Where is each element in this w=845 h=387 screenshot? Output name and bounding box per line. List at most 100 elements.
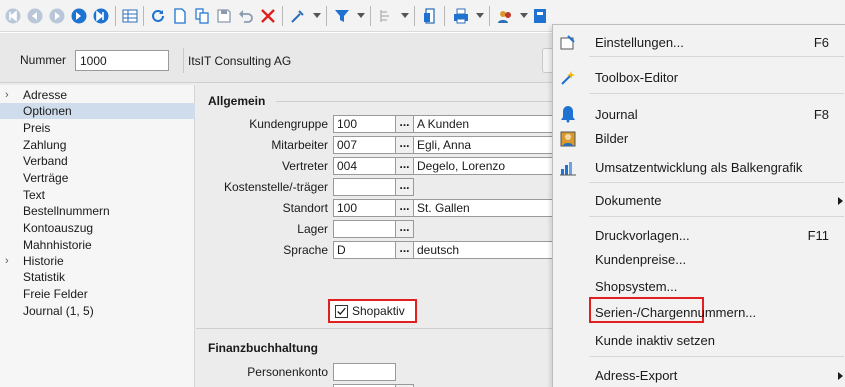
sort-icon[interactable] [377,7,395,25]
print-icon[interactable] [452,7,470,25]
sidebar-item-label: Kontoauszug [23,221,94,235]
toolbox-editor-icon [559,69,577,87]
menu-item-label: Kunde inaktiv setzen [595,333,715,348]
sidebar-item-statistik[interactable]: Statistik [0,269,195,285]
sidebar-item-optionen[interactable]: Optionen [0,103,195,119]
new-record-icon[interactable] [171,7,189,25]
finanzbuchhaltung-title: Finanzbuchhaltung [208,341,318,355]
mitarbeiter-input[interactable]: 007 [333,136,396,154]
menu-item-toolbox-editor[interactable]: Toolbox-Editor [553,66,845,90]
nummer-label: Nummer [20,53,67,67]
menu-item-journal[interactable]: Journal F8 [553,103,845,127]
sidebar-item-label: Historie [23,254,64,268]
sidebar-item-adresse[interactable]: › Adresse [0,87,195,103]
vertreter-input[interactable]: 004 [333,157,396,175]
standort-browse-button[interactable]: ... [395,199,414,217]
menu-item-druckvorlagen[interactable]: Druckvorlagen... F11 [553,224,845,248]
next-record-icon[interactable] [48,7,66,25]
chevron-right-icon[interactable]: › [5,253,9,269]
context-menu: Einstellungen... F6 Toolbox-Editor Journal F… [552,24,845,387]
lager-input[interactable] [333,220,396,238]
sidebar-item-historie[interactable]: › Historie [0,253,195,269]
menu-item-einstellungen[interactable]: Einstellungen... F6 [553,31,845,55]
menu-item-label: Toolbox-Editor [595,70,679,85]
documents-icon[interactable] [421,7,439,25]
lager-label: Lager [297,222,328,236]
last-record-icon[interactable] [70,7,88,25]
pictures-icon [559,130,577,148]
vertreter-browse-button[interactable]: ... [395,157,414,175]
list-view-icon[interactable] [121,7,139,25]
current-record-icon[interactable] [92,7,110,25]
menu-item-label: Einstellungen... [595,35,684,50]
standort-description: St. Gallen [413,199,563,217]
shortcut-label: F8 [813,107,829,122]
sprache-input[interactable]: D [333,241,396,259]
company-name-field[interactable]: ItsIT Consulting AG [183,48,543,73]
tools-icon[interactable] [289,7,307,25]
shopaktiv-checkbox[interactable]: Shopaktiv [328,299,417,323]
sprache-label: Sprache [283,243,328,257]
sidebar-item-preis[interactable]: Preis [0,120,195,136]
copy-record-icon[interactable] [193,7,211,25]
menu-item-bilder[interactable]: Bilder [553,127,845,151]
sidebar-item-vertr-ge[interactable]: Verträge [0,170,195,186]
standort-label: Standort [282,201,328,215]
sidebar-item-label: Optionen [23,104,72,118]
menu-item-serien-chargennummern[interactable]: Serien-/Chargennummern... [553,301,845,325]
kundengruppe-browse-button[interactable]: ... [395,115,414,133]
menu-item-kunde-inaktiv-setzen[interactable]: Kunde inaktiv setzen [553,329,845,353]
sprache-description: deutsch [413,241,563,259]
refresh-icon[interactable] [149,7,167,25]
menu-item-adress-export[interactable]: Adress-Export [553,364,845,387]
sidebar-item-text[interactable]: Text [0,187,195,203]
menu-item-label: Kundenpreise... [595,252,687,267]
undo-icon[interactable] [237,7,255,25]
menu-item-label: Dokumente [595,193,662,208]
chevron-right-icon[interactable]: › [5,87,9,103]
sidebar-item-zahlung[interactable]: Zahlung [0,137,195,153]
section-divider [196,328,566,329]
personenkonto-input[interactable] [333,363,396,381]
lager-browse-button[interactable]: ... [395,220,414,238]
menu-item-dokumente[interactable]: Dokumente [553,189,845,213]
mitarbeiter-browse-button[interactable]: ... [395,136,414,154]
allgemein-title: Allgemein [208,94,266,108]
kostenstelle-tr-ger-label: Kostenstelle/-träger [223,180,328,194]
menu-item-label: Shopsystem... [595,279,678,294]
kundengruppe-input[interactable]: 100 [333,115,396,133]
vertreter-label: Vertreter [281,159,328,173]
standort-input[interactable]: 100 [333,199,396,217]
bar-chart-icon [559,159,577,177]
save-icon[interactable] [215,7,233,25]
sidebar-item-verband[interactable]: Verband [0,153,195,169]
sprache-browse-button[interactable]: ... [395,241,414,259]
vertreter-description: Degelo, Lorenzo [413,157,563,175]
sidebar: › Adresse Optionen Preis Zahlung Verband Vertr… [0,85,195,387]
kostenstelle-tr-ger-input[interactable] [333,178,396,196]
sidebar-item-kontoauszug[interactable]: Kontoauszug [0,220,195,236]
nummer-field[interactable]: 1000 [75,50,169,71]
menu-item-kundenpreise[interactable]: Kundenpreise... [553,248,845,272]
sidebar-item-mahnhistorie[interactable]: Mahnhistorie [0,237,195,253]
previous-record-icon[interactable] [26,7,44,25]
menu-item-umsatzentwicklung-als-balkengrafik[interactable]: Umsatzentwicklung als Balkengrafik [553,156,845,180]
contacts-icon[interactable] [496,7,514,25]
kostenstelle-tr-ger-browse-button[interactable]: ... [395,178,414,196]
filter-icon[interactable] [333,7,351,25]
first-record-icon[interactable] [4,7,22,25]
menu-separator [589,356,844,357]
delete-icon[interactable] [259,7,277,25]
notebook-icon[interactable] [531,7,549,25]
sidebar-item-label: Statistik [23,270,66,284]
sidebar-item-bestellnummern[interactable]: Bestellnummern [0,203,195,219]
sidebar-item-label: Journal (1, 5) [23,304,94,318]
sidebar-item-freie-felder[interactable]: Freie Felder [0,286,195,302]
sidebar-item-journal-1-5[interactable]: Journal (1, 5) [0,303,195,319]
menu-item-label: Adress-Export [595,368,678,383]
menu-item-label: Bilder [595,131,629,146]
menu-item-shopsystem[interactable]: Shopsystem... [553,275,845,299]
sidebar-item-label: Verband [23,154,68,168]
sidebar-item-label: Freie Felder [23,287,88,301]
mitarbeiter-description: Egli, Anna [413,136,563,154]
